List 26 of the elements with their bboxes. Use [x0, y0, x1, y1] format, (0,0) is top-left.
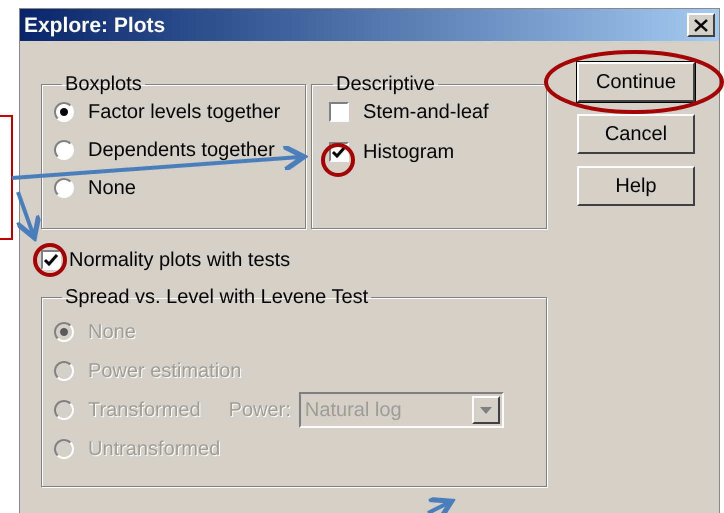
check-icon [332, 146, 346, 158]
group-title: Descriptive [335, 74, 436, 94]
dialog-button[interactable]: Help [577, 166, 695, 206]
radio-button[interactable] [54, 102, 74, 122]
option-label: None [88, 178, 136, 198]
group-title: Boxplots [64, 74, 143, 94]
arrow-annotation [426, 496, 454, 513]
circle-annotation [33, 243, 67, 277]
option-label: Normality plots with tests [69, 250, 290, 270]
window-title: Explore: Plots [24, 14, 166, 36]
option-label: Factor levels together [88, 102, 280, 122]
option-label: Stem-and-leaf [363, 102, 489, 122]
radio-button[interactable] [54, 140, 74, 160]
option-label: Dependents together [88, 140, 275, 160]
checkbox[interactable] [329, 102, 349, 122]
radio-button[interactable] [54, 178, 74, 198]
close-icon [694, 18, 708, 32]
check-icon [44, 254, 58, 266]
arrow-annotation [14, 191, 42, 240]
option-label: Histogram [363, 142, 454, 162]
dialog-button[interactable]: Continue [577, 62, 695, 102]
checkbox[interactable] [41, 250, 61, 270]
group-title: Spread vs. Level with Levene Test [64, 287, 370, 307]
dialog-button[interactable]: Cancel [577, 114, 695, 154]
close-button[interactable] [687, 13, 715, 37]
circle-annotation [321, 143, 355, 177]
